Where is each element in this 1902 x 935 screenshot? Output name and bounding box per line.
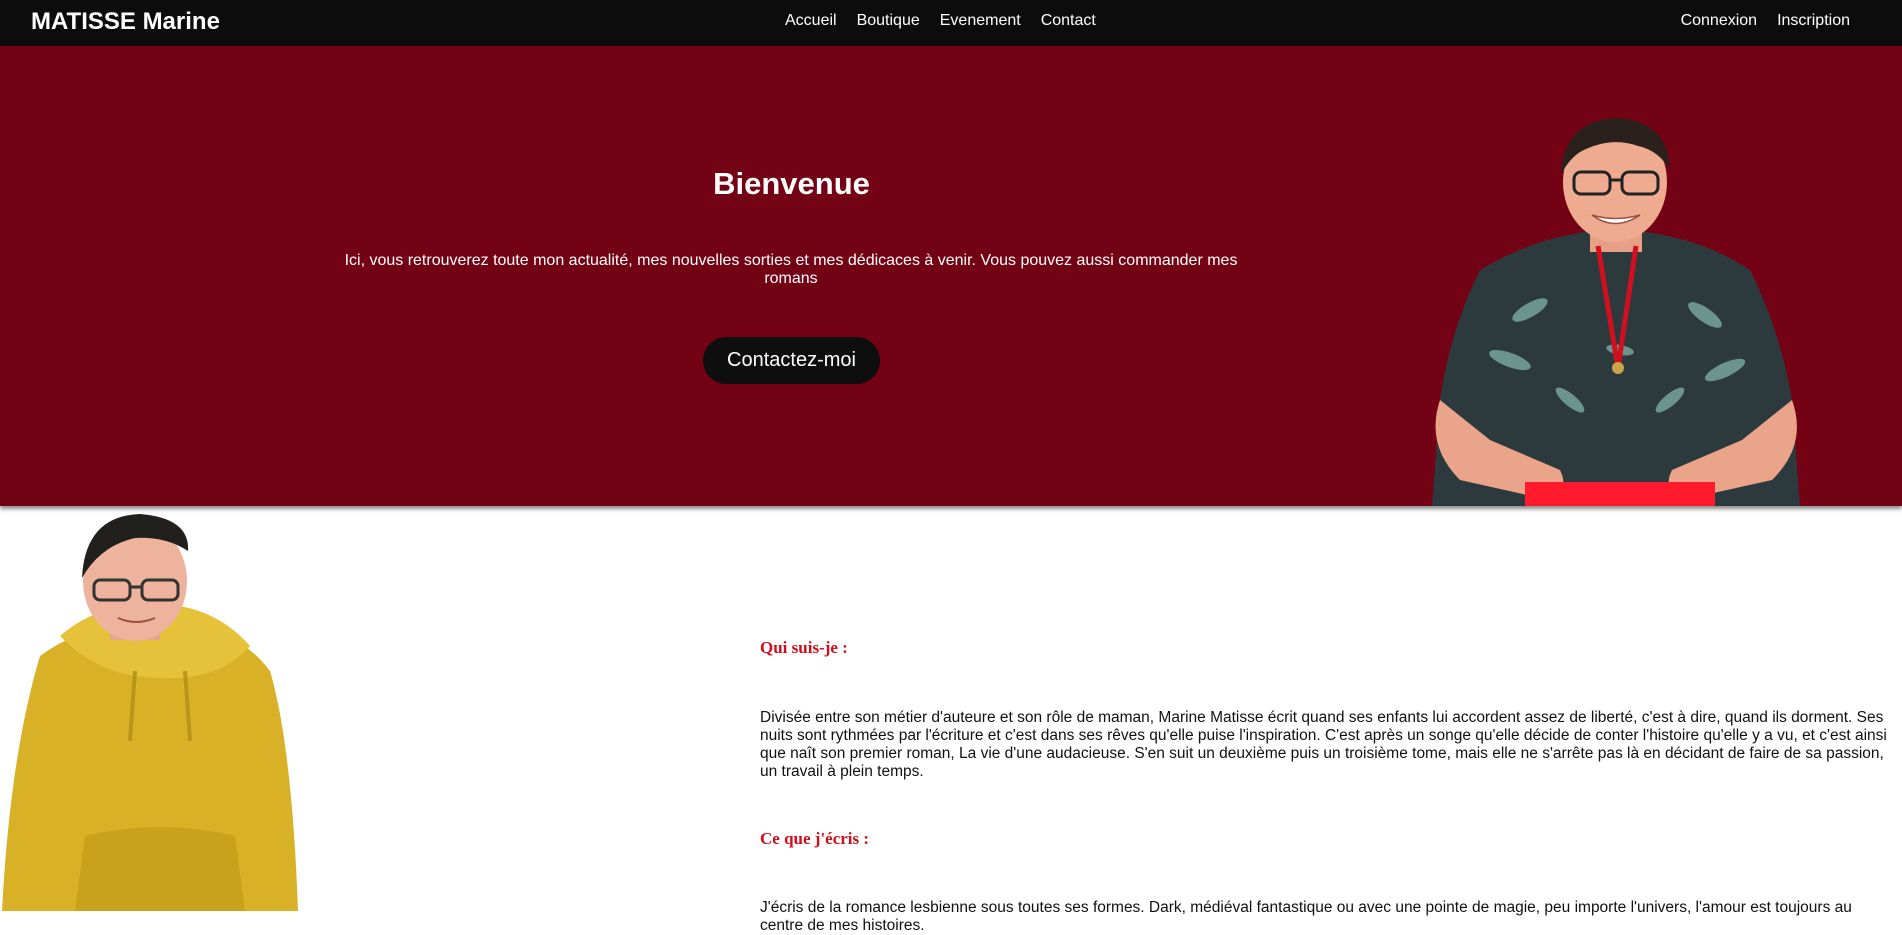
- contact-button[interactable]: Contactez-moi: [703, 337, 880, 384]
- nav-link-inscription[interactable]: Inscription: [1777, 12, 1850, 30]
- heading-qui-suis-je: Qui suis-je :: [760, 638, 848, 657]
- hero-section: Bienvenue Ici, vous retrouverez toute mo…: [0, 46, 1902, 506]
- paragraph-ce-que-j-ecris: J'écris de la romance lesbienne sous tou…: [760, 899, 1852, 934]
- main-menu: Accueil Boutique Evenement Contact: [785, 12, 1096, 30]
- auth-menu: Connexion Inscription: [1681, 12, 1850, 30]
- nav-link-evenement[interactable]: Evenement: [940, 12, 1021, 30]
- hero-text: Ici, vous retrouverez toute mon actualit…: [344, 252, 1238, 287]
- author-portrait-hero: [1432, 118, 1800, 506]
- nav-link-contact[interactable]: Contact: [1041, 12, 1096, 30]
- paragraph-qui-suis-je: Divisée entre son métier d'auteure et so…: [760, 709, 1887, 780]
- nav-link-boutique[interactable]: Boutique: [857, 12, 920, 30]
- top-navbar: MATISSE Marine Accueil Boutique Evenemen…: [0, 0, 1902, 46]
- author-portrait-about: [2, 514, 298, 911]
- heading-ce-que-j-ecris: Ce que j'écris :: [760, 829, 870, 848]
- nav-link-accueil[interactable]: Accueil: [785, 12, 837, 30]
- site-brand[interactable]: MATISSE Marine: [31, 8, 220, 36]
- nav-link-connexion[interactable]: Connexion: [1681, 12, 1758, 30]
- hero-title: Bienvenue: [713, 166, 870, 201]
